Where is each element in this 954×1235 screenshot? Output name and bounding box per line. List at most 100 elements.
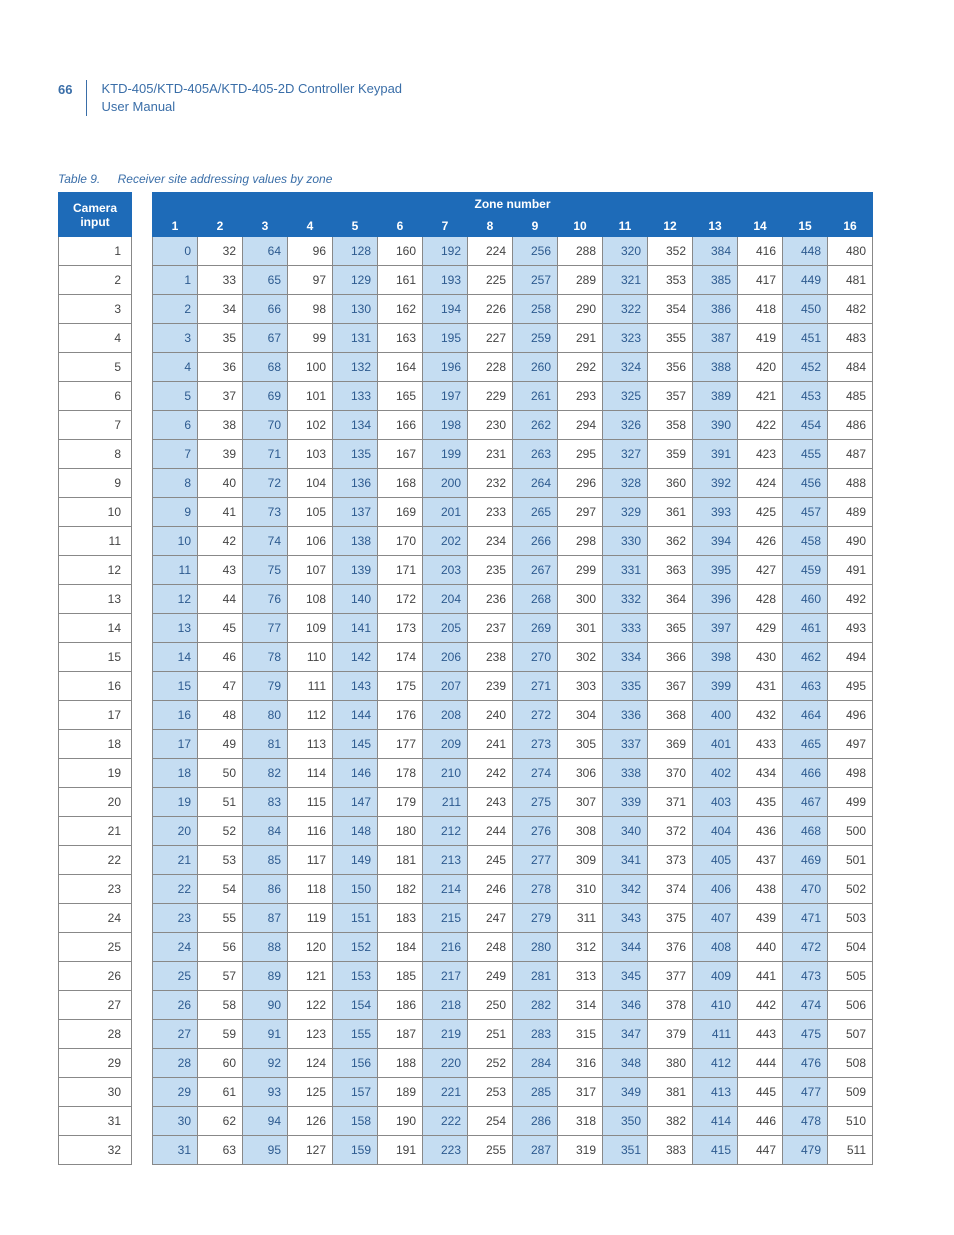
zone-value-cell: 62: [198, 1107, 243, 1136]
camera-input-cell: 14: [59, 614, 132, 643]
zone-value-cell: 159: [333, 1136, 378, 1165]
zone-value-cell: 144: [333, 701, 378, 730]
zone-value-cell: 463: [783, 672, 828, 701]
zone-value-cell: 508: [828, 1049, 873, 1078]
zone-value-cell: 105: [288, 498, 333, 527]
zone-value-cell: 410: [693, 991, 738, 1020]
zone-value-cell: 356: [648, 353, 693, 382]
zone-value-cell: 242: [468, 759, 513, 788]
zone-value-cell: 318: [558, 1107, 603, 1136]
zone-value-cell: 218: [423, 991, 468, 1020]
zone-value-cell: 350: [603, 1107, 648, 1136]
zone-value-cell: 231: [468, 440, 513, 469]
zone-value-cell: 233: [468, 498, 513, 527]
zone-value-cell: 225: [468, 266, 513, 295]
zone-value-cell: 61: [198, 1078, 243, 1107]
zone-value-cell: 252: [468, 1049, 513, 1078]
zone-value-cell: 184: [378, 933, 423, 962]
zone-value-cell: 332: [603, 585, 648, 614]
zone-value-cell: 217: [423, 962, 468, 991]
camera-input-cell: 32: [59, 1136, 132, 1165]
zone-value-cell: 262: [513, 411, 558, 440]
zone-value-cell: 331: [603, 556, 648, 585]
zone-value-cell: 148: [333, 817, 378, 846]
zone-value-cell: 291: [558, 324, 603, 353]
zone-value-cell: 319: [558, 1136, 603, 1165]
zone-value-cell: 266: [513, 527, 558, 556]
zone-value-cell: 219: [423, 1020, 468, 1049]
zone-value-cell: 255: [468, 1136, 513, 1165]
camera-input-cell: 10: [59, 498, 132, 527]
zone-value-cell: 3: [153, 324, 198, 353]
zone-value-cell: 67: [243, 324, 288, 353]
zone-value-cell: 452: [783, 353, 828, 382]
zone-value-cell: 424: [738, 469, 783, 498]
zone-value-cell: 220: [423, 1049, 468, 1078]
zone-value-cell: 441: [738, 962, 783, 991]
zone-value-cell: 72: [243, 469, 288, 498]
zone-value-cell: 99: [288, 324, 333, 353]
zone-value-cell: 509: [828, 1078, 873, 1107]
zone-value-cell: 228: [468, 353, 513, 382]
zone-value-cell: 285: [513, 1078, 558, 1107]
zone-value-cell: 469: [783, 846, 828, 875]
zone-value-cell: 134: [333, 411, 378, 440]
camera-input-cell: 12: [59, 556, 132, 585]
zone-value-cell: 473: [783, 962, 828, 991]
zone-value-cell: 9: [153, 498, 198, 527]
zone-value-cell: 167: [378, 440, 423, 469]
zone-value-cell: 245: [468, 846, 513, 875]
zone-value-cell: 357: [648, 382, 693, 411]
zone-value-cell: 2: [153, 295, 198, 324]
zone-value-cell: 142: [333, 643, 378, 672]
zone-value-cell: 248: [468, 933, 513, 962]
zone-value-cell: 460: [783, 585, 828, 614]
zone-col-header: 15: [783, 215, 828, 237]
zone-value-cell: 326: [603, 411, 648, 440]
zone-value-cell: 192: [423, 237, 468, 266]
zone-value-cell: 495: [828, 672, 873, 701]
zone-value-cell: 270: [513, 643, 558, 672]
zone-value-cell: 161: [378, 266, 423, 295]
zone-value-cell: 394: [693, 527, 738, 556]
zone-value-cell: 387: [693, 324, 738, 353]
zone-value-cell: 301: [558, 614, 603, 643]
zone-value-cell: 6: [153, 411, 198, 440]
zone-value-cell: 95: [243, 1136, 288, 1165]
zone-value-cell: 447: [738, 1136, 783, 1165]
zone-value-cell: 104: [288, 469, 333, 498]
zone-value-cell: 73: [243, 498, 288, 527]
zone-value-cell: 339: [603, 788, 648, 817]
zone-value-cell: 100: [288, 353, 333, 382]
zone-value-cell: 364: [648, 585, 693, 614]
header-divider: [86, 80, 87, 116]
zone-value-cell: 351: [603, 1136, 648, 1165]
zone-value-cell: 346: [603, 991, 648, 1020]
zone-value-cell: 10: [153, 527, 198, 556]
zone-value-cell: 171: [378, 556, 423, 585]
zone-value-cell: 486: [828, 411, 873, 440]
zone-value-cell: 182: [378, 875, 423, 904]
zone-col-header: 16: [828, 215, 873, 237]
zone-value-cell: 170: [378, 527, 423, 556]
zone-value-cell: 201: [423, 498, 468, 527]
zone-value-cell: 30: [153, 1107, 198, 1136]
zone-col-header: 1: [153, 215, 198, 237]
zone-value-cell: 471: [783, 904, 828, 933]
zone-value-cell: 244: [468, 817, 513, 846]
zone-col-header: 5: [333, 215, 378, 237]
zone-value-cell: 194: [423, 295, 468, 324]
zone-value-cell: 388: [693, 353, 738, 382]
zone-value-cell: 402: [693, 759, 738, 788]
zone-value-cell: 203: [423, 556, 468, 585]
zone-value-cell: 251: [468, 1020, 513, 1049]
zone-value-cell: 329: [603, 498, 648, 527]
zone-value-cell: 465: [783, 730, 828, 759]
doc-title: KTD-405/KTD-405A/KTD-405-2D Controller K…: [101, 80, 402, 116]
zone-value-cell: 227: [468, 324, 513, 353]
zone-value-cell: 423: [738, 440, 783, 469]
camera-input-cell: 2: [59, 266, 132, 295]
zone-value-cell: 348: [603, 1049, 648, 1078]
zone-value-cell: 35: [198, 324, 243, 353]
camera-input-cell: 30: [59, 1078, 132, 1107]
